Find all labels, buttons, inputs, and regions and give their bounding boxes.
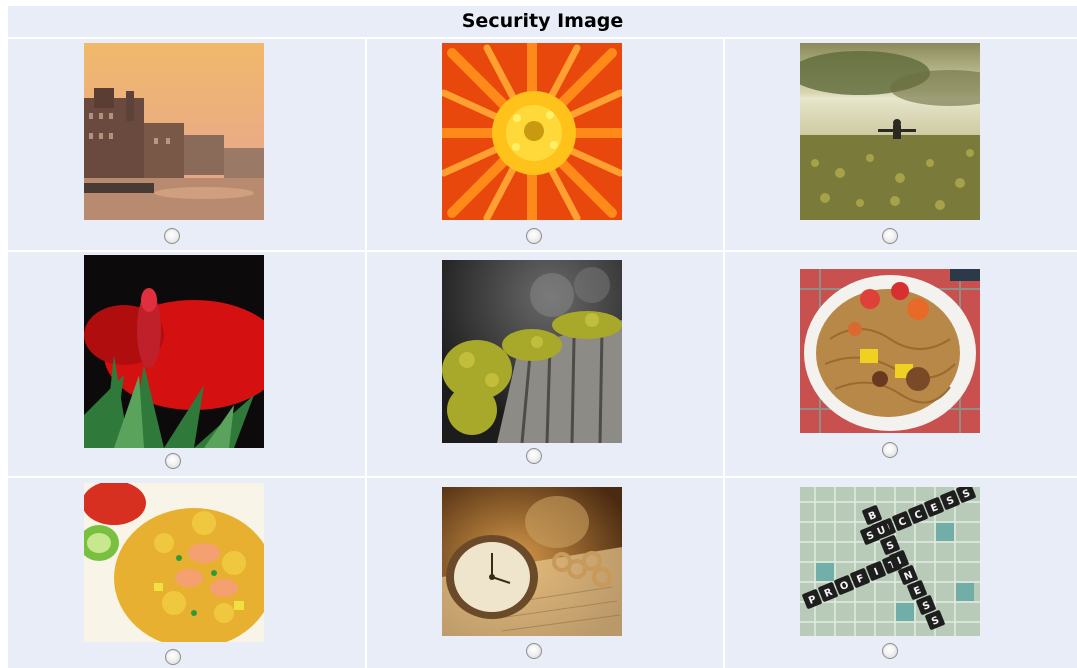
scrabble-board-image[interactable]: SUCCESS PROFIT BUSINESS (800, 487, 980, 636)
mossy-stump-image[interactable] (442, 260, 622, 443)
fried-rice-image[interactable] (84, 483, 264, 642)
image-radio-4[interactable] (165, 453, 181, 469)
image-radio-1[interactable] (164, 228, 180, 244)
field-person-image[interactable] (800, 43, 980, 220)
image-option-5 (367, 252, 723, 476)
image-radio-9[interactable] (882, 643, 898, 659)
image-radio-5[interactable] (526, 448, 542, 464)
orange-flower-image[interactable] (442, 43, 622, 220)
image-option-3 (725, 39, 1077, 250)
panel-title: Security Image (8, 6, 1077, 39)
security-image-grid: SUCCESS PROFIT BUSINESS (8, 39, 1077, 668)
image-option-9: SUCCESS PROFIT BUSINESS (725, 478, 1077, 668)
image-radio-6[interactable] (882, 442, 898, 458)
noodle-plate-image[interactable] (800, 269, 980, 433)
image-radio-2[interactable] (526, 228, 542, 244)
image-radio-7[interactable] (165, 649, 181, 665)
image-radio-8[interactable] (526, 643, 542, 659)
image-option-2 (367, 39, 723, 250)
image-radio-3[interactable] (882, 228, 898, 244)
pocket-watch-image[interactable] (442, 487, 622, 636)
image-option-1 (8, 39, 365, 250)
image-option-8 (367, 478, 723, 668)
red-tulip-image[interactable] (84, 255, 264, 448)
image-option-6 (725, 252, 1077, 476)
city-canal-image[interactable] (84, 43, 264, 220)
image-option-7 (8, 478, 365, 668)
image-option-4 (8, 252, 365, 476)
security-image-panel: Security Image S C C E S S P R O F I B U… (8, 6, 1077, 668)
